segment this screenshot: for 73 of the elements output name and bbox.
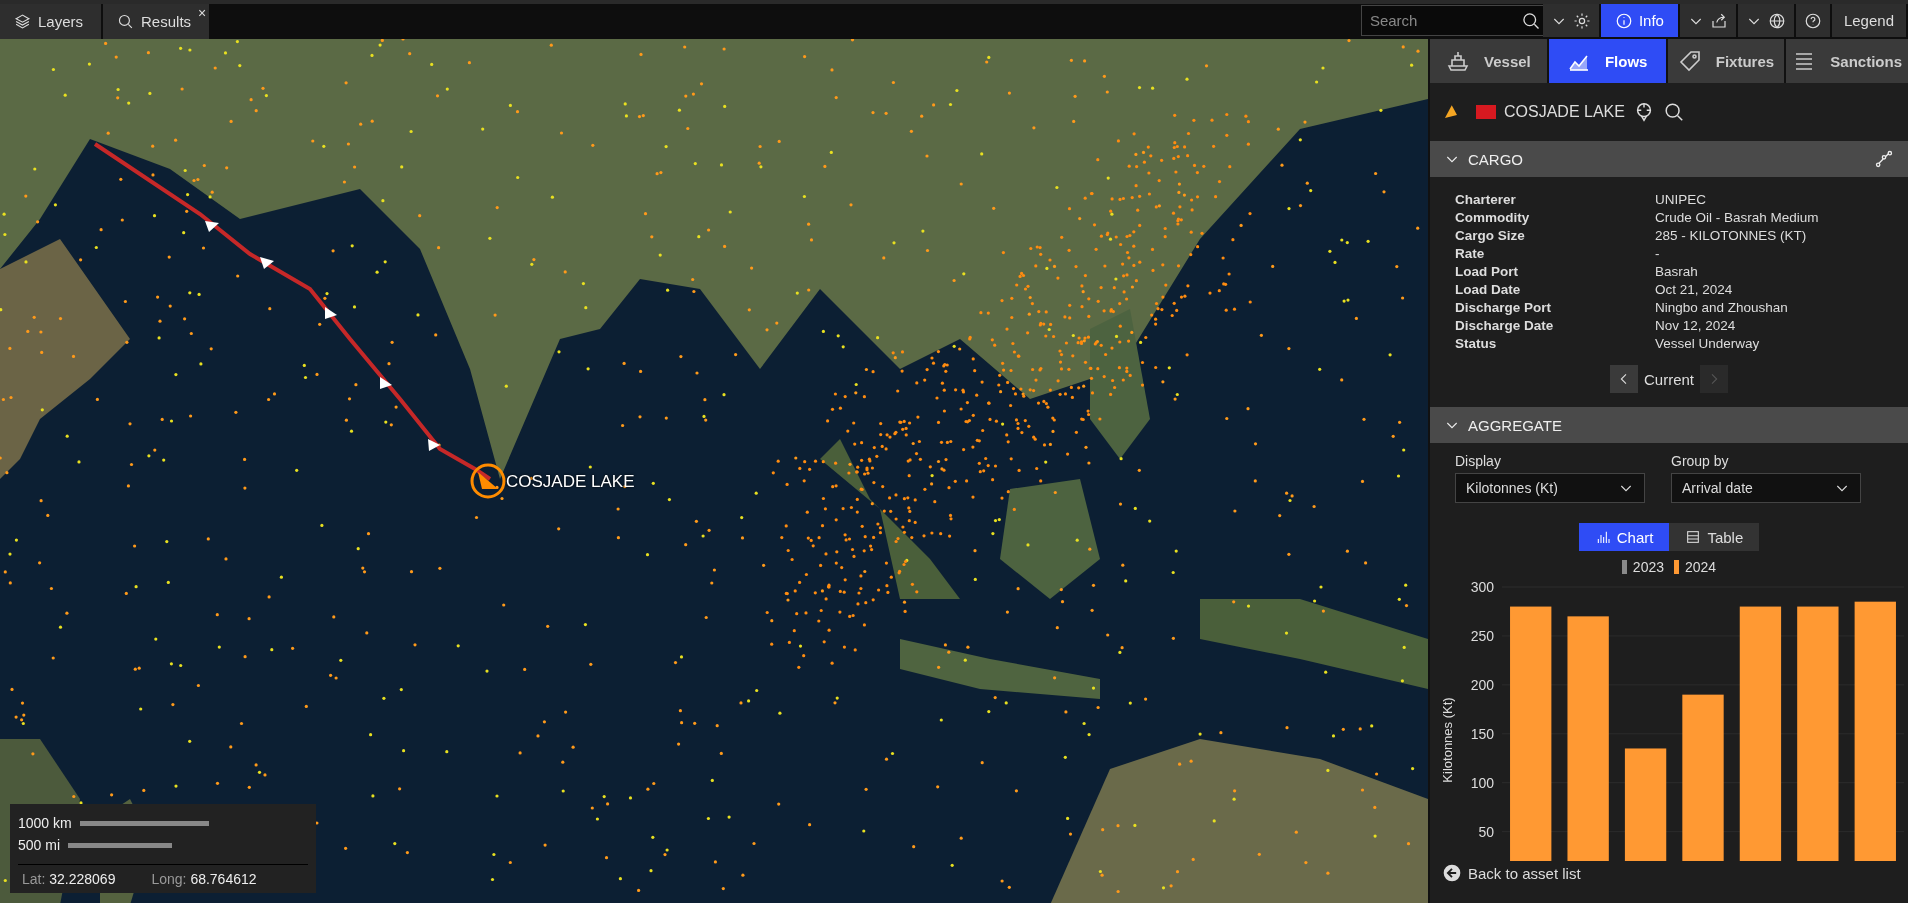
vessel-name: COSJADE LAKE (1504, 103, 1625, 121)
field-value: Ningbo and Zhoushan (1655, 299, 1789, 317)
longitude-label: Long: (151, 871, 187, 887)
settings-icon (1572, 11, 1591, 30)
scale-label: 500 mi (18, 837, 61, 853)
vessel-map-label[interactable]: COSJADE LAKE (506, 472, 635, 492)
field-value: Oct 21, 2024 (1655, 281, 1734, 299)
panel-tab[interactable]: Sanctions (1786, 39, 1908, 83)
back-link[interactable]: Back to asset list (1430, 861, 1908, 885)
share-icon (1709, 11, 1728, 30)
field-label: Charterer (1455, 191, 1517, 209)
table-icon (1685, 529, 1702, 545)
previous-button[interactable] (1610, 365, 1638, 393)
section-header[interactable]: AGGREGATE (1430, 407, 1908, 443)
tag-icon (1677, 49, 1702, 73)
search-icon (117, 13, 135, 30)
field-label: Discharge Date (1455, 317, 1555, 335)
view-toggle-button[interactable]: Chart (1578, 523, 1670, 551)
globe-dropdown-button[interactable] (1737, 4, 1794, 37)
y-tick-label: 150 (1470, 725, 1494, 742)
dropdown-label: Display (1455, 453, 1502, 469)
info-button[interactable]: Info (1600, 4, 1678, 37)
y-tick-label: 250 (1470, 627, 1494, 644)
toolbar-tab[interactable]: Layers (0, 4, 102, 39)
search-icon[interactable] (1662, 101, 1685, 123)
flag-icon (1476, 105, 1496, 119)
y-axis-title: Kilotonnes (Kt) (1440, 697, 1455, 783)
field-value: Crude Oil - Basrah Medium (1655, 209, 1820, 227)
panel-tab[interactable]: Flows (1548, 39, 1666, 83)
legend-button[interactable]: Legend (1831, 4, 1906, 37)
cargo-position-label: Current (1644, 370, 1694, 388)
info-icon (1614, 11, 1633, 30)
field-value: 285 - KILOTONNES (KT) (1655, 227, 1808, 245)
panel-tab[interactable]: Fixtures (1667, 39, 1785, 83)
y-tick-label: 300 (1470, 579, 1494, 595)
field-label: Load Date (1455, 281, 1522, 299)
ship-icon (1446, 49, 1470, 73)
legend-label: 2023 (1632, 559, 1664, 575)
scale-label: 1000 km (18, 815, 72, 831)
close-button[interactable]: × (197, 5, 207, 21)
dropdown-label: Group by (1671, 453, 1730, 469)
field-label: Discharge Port (1455, 299, 1553, 317)
legend-label: 2024 (1685, 559, 1717, 575)
section-header[interactable]: CARGO (1430, 141, 1908, 177)
view-toggle-button[interactable]: Table (1669, 523, 1760, 551)
route-icon[interactable] (1874, 149, 1894, 169)
field-value: - (1655, 245, 1661, 263)
globe-icon (1767, 11, 1786, 30)
longitude-value: 68.764612 (190, 871, 257, 887)
share-dropdown-button[interactable] (1679, 4, 1736, 37)
dropdown[interactable]: Kilotonnes (Kt) (1455, 473, 1645, 503)
panel-tab[interactable]: Vessel (1430, 39, 1547, 83)
field-label: Cargo Size (1455, 227, 1526, 245)
help-icon (1803, 11, 1822, 30)
field-label: Rate (1455, 245, 1486, 263)
help-button[interactable] (1795, 4, 1830, 37)
latitude-label: Lat: (22, 871, 46, 887)
field-value: Vessel Underway (1655, 335, 1761, 353)
dropdown[interactable]: Arrival date (1671, 473, 1861, 503)
vessel-marker-icon[interactable] (470, 463, 506, 499)
field-value: Nov 12, 2024 (1655, 317, 1737, 335)
vessel-heading-icon (1442, 103, 1460, 121)
y-tick-label: 200 (1470, 676, 1494, 693)
field-label: Status (1455, 335, 1498, 353)
field-value: Basrah (1655, 263, 1699, 281)
field-value: UNIPEC (1655, 191, 1707, 209)
field-label: Load Port (1455, 263, 1519, 281)
y-tick-label: 50 (1478, 823, 1494, 840)
toolbar-tab[interactable]: Results × (103, 4, 210, 39)
latitude-value: 32.228069 (49, 871, 116, 887)
field-label: Commodity (1455, 209, 1531, 227)
y-tick-label: 100 (1470, 774, 1494, 791)
layers-icon (14, 13, 31, 30)
